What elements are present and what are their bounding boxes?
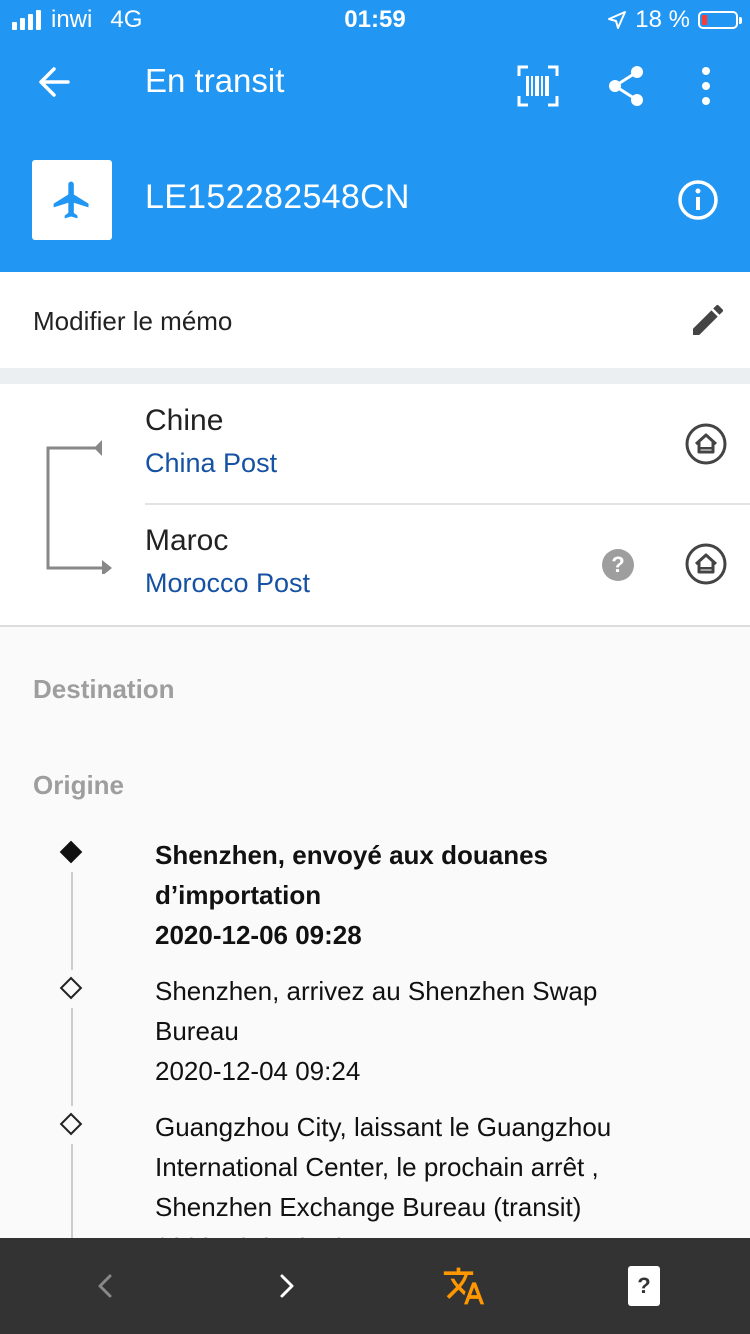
timeline-event: Shenzhen, arrivez au Shenzhen Swap Burea…	[155, 976, 598, 1086]
info-icon[interactable]	[676, 178, 720, 222]
destination-carrier-link[interactable]: Morocco Post	[145, 568, 310, 599]
airplane-icon	[32, 160, 112, 240]
battery-percent: 18 %	[635, 6, 690, 33]
more-vert-icon[interactable]	[684, 64, 728, 108]
timeline-marker	[59, 1112, 83, 1136]
timeline-line	[71, 1008, 73, 1106]
origin-section-label: Origine	[33, 770, 125, 800]
carrier-divider	[145, 503, 750, 505]
timeline-event: Shenzhen, envoyé aux douanes d’importati…	[155, 840, 548, 950]
origin-country: Chine	[145, 404, 224, 437]
help-icon[interactable]: ?	[602, 549, 634, 581]
page-title: En transit	[145, 62, 285, 99]
status-bar: inwi 4G 01:59 18 %	[0, 0, 750, 40]
destination-country: Maroc	[145, 524, 229, 557]
tracking-number: LE152282548CN	[145, 178, 410, 216]
location-arrow-icon	[608, 11, 627, 29]
destination-section-label: Destination	[33, 674, 175, 704]
origin-carrier-link[interactable]: China Post	[145, 448, 277, 479]
home-icon[interactable]	[684, 542, 728, 586]
chevron-left-icon[interactable]	[84, 1264, 128, 1308]
timeline-marker	[59, 976, 83, 1000]
timeline-line	[71, 1144, 73, 1238]
share-icon[interactable]	[604, 64, 648, 108]
timeline-line	[71, 872, 73, 970]
home-icon[interactable]	[684, 422, 728, 466]
battery-icon	[698, 11, 742, 29]
pencil-icon[interactable]	[688, 300, 728, 345]
bottom-toolbar: ?	[0, 1238, 750, 1334]
memo-row[interactable]: Modifier le mémo	[0, 272, 750, 368]
back-arrow-icon[interactable]	[34, 62, 74, 102]
app-bar: En transit LE152282548CN	[0, 40, 750, 272]
timeline-marker-current	[59, 840, 83, 864]
help-document-icon[interactable]: ?	[622, 1264, 666, 1308]
carriers-card: Chine China Post Maroc Morocco Post ?	[0, 384, 750, 627]
translate-icon[interactable]	[442, 1264, 486, 1308]
route-bracket-icon	[46, 440, 112, 574]
memo-label: Modifier le mémo	[33, 306, 233, 336]
barcode-scan-icon[interactable]	[516, 64, 560, 108]
section-gap	[0, 368, 750, 384]
chevron-right-icon[interactable]	[264, 1264, 308, 1308]
